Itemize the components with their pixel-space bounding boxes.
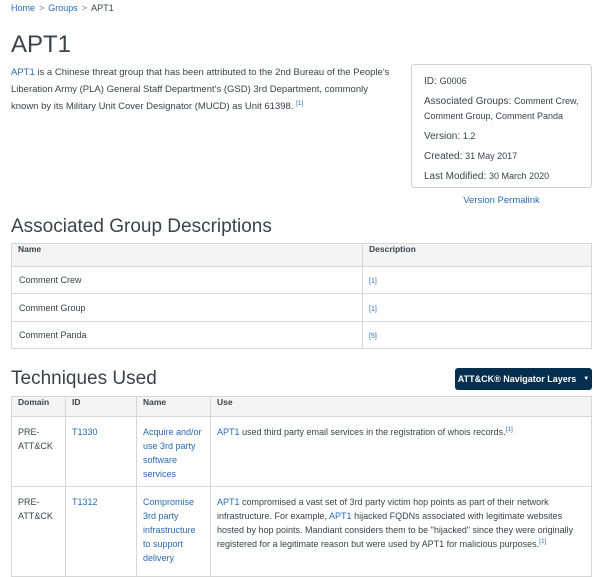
domain-cell: PRE-ATT&CK [11,486,66,577]
reference-link[interactable]: [5] [369,333,377,340]
technique-use-cell: APT1 compromised a vast set of 3rd party… [210,486,592,577]
page-title: APT1 [11,31,72,58]
associated-groups-row: Associated Groups: Comment Crew, Comment… [424,94,579,124]
technique-name-link[interactable]: Acquire and/or use 3rd party software se… [143,427,202,479]
techniques-table: Domain ID Name Use PRE-ATT&CK T1330 Acqu… [11,396,592,577]
group-name-cell: Comment Crew [11,266,363,294]
use-text: used third party email services in the r… [239,427,506,437]
apt1-link[interactable]: APT1 [217,427,240,437]
table-row: Comment Panda [5] [11,321,592,349]
technique-id-link[interactable]: T1330 [72,427,98,437]
reference-link[interactable]: [1] [296,100,303,107]
id-label: ID: [424,76,437,87]
apt1-link[interactable]: APT1 [217,497,240,507]
table-header-row: Name Description [11,243,592,267]
version-value: 1.2 [462,131,476,141]
created-row: Created: 31 May 2017 [424,149,579,164]
reference-link[interactable]: [1] [506,426,513,433]
column-header-name: Name [136,396,211,417]
technique-use-cell: APT1 used third party email services in … [210,416,592,487]
reference-link[interactable]: [1] [369,278,377,285]
created-value: 31 May 2017 [465,151,518,161]
column-header-use: Use [210,396,592,417]
column-header-id: ID [65,396,137,417]
column-header-name: Name [11,243,363,267]
group-name-cell: Comment Panda [11,321,363,349]
technique-name-link[interactable]: Compromise 3rd party infrastructure to s… [143,497,196,563]
group-info-card: ID: G0006 Associated Groups: Comment Cre… [411,64,592,188]
breadcrumb-home-link[interactable]: Home [11,3,35,13]
version-permalink-link[interactable]: Version Permalink [411,195,592,206]
table-row: Comment Crew [1] [11,266,592,294]
apt1-link[interactable]: APT1 [329,511,352,521]
table-header-row: Domain ID Name Use [11,396,592,417]
created-label: Created: [424,151,463,162]
technique-id-link[interactable]: T1312 [72,497,98,507]
last-modified-value: 30 March 2020 [489,171,550,181]
reference-link[interactable]: [1] [369,306,377,313]
table-row: PRE-ATT&CK T1312 Compromise 3rd party in… [11,486,592,577]
last-modified-label: Last Modified: [424,171,487,182]
column-header-domain: Domain [11,396,66,417]
domain-cell: PRE-ATT&CK [11,416,66,487]
associated-groups-heading: Associated Group Descriptions [11,216,272,237]
navigator-layers-label: ATT&CK® Navigator Layers [457,374,577,384]
last-modified-row: Last Modified: 30 March 2020 [424,169,579,184]
apt1-link[interactable]: APT1 [11,67,35,78]
table-row: PRE-ATT&CK T1330 Acquire and/or use 3rd … [11,416,592,487]
associated-groups-table: Name Description Comment Crew [1] Commen… [11,243,592,349]
breadcrumb-separator: > [39,3,45,13]
version-label: Version: [424,131,461,142]
caret-down-icon: ▼ [583,376,590,382]
navigator-layers-dropdown-button[interactable]: ATT&CK® Navigator Layers ▼ [455,368,592,390]
group-name-cell: Comment Group [11,293,363,322]
table-row: Comment Group [1] [11,293,592,322]
id-row: ID: G0006 [424,74,579,89]
breadcrumb: Home > Groups > APT1 [11,3,114,13]
associated-groups-label: Associated Groups: [424,96,512,107]
version-row: Version: 1.2 [424,129,579,144]
column-header-description: Description [362,243,592,267]
group-description: APT1 is a Chinese threat group that has … [11,64,391,115]
techniques-heading: Techniques Used [11,368,157,389]
id-value: G0006 [439,76,467,86]
description-text: is a Chinese threat group that has been … [11,67,390,112]
breadcrumb-current: APT1 [91,3,114,13]
breadcrumb-groups-link[interactable]: Groups [48,3,78,13]
reference-link[interactable]: [1] [539,538,546,545]
breadcrumb-separator: > [81,3,88,13]
